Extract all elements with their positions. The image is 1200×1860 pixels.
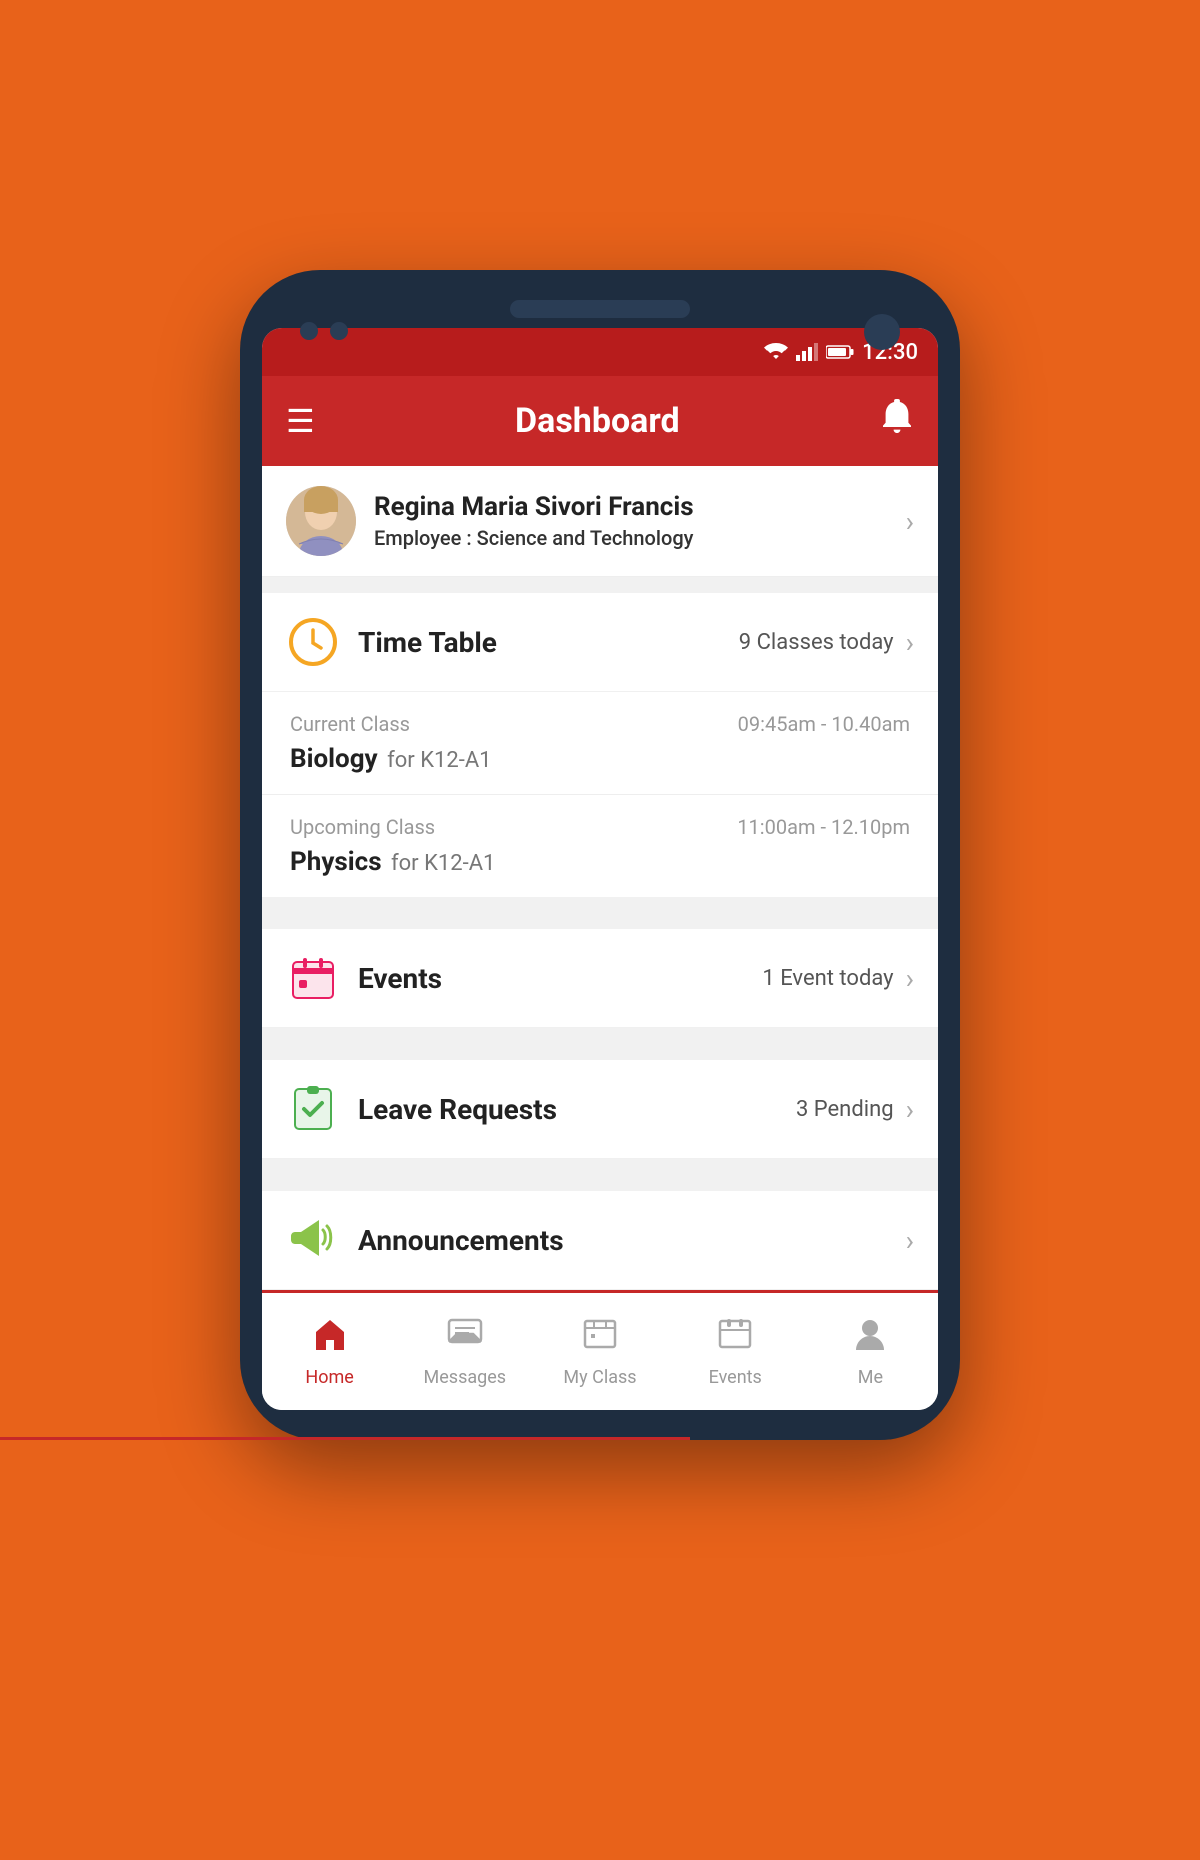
nav-myclass[interactable]: My Class (532, 1293, 667, 1410)
phone-screen: 12:30 ☰ Dashboard (262, 328, 938, 1410)
timetable-subtitle: 9 Classes today (739, 630, 894, 655)
content-area: Regina Maria Sivori Francis Employee : S… (262, 466, 938, 1410)
phone-dot-2 (330, 322, 348, 340)
wifi-icon (764, 343, 788, 361)
leave-requests-subtitle: 3 Pending (796, 1097, 894, 1122)
announcements-icon (286, 1213, 340, 1267)
nav-me-label: Me (858, 1367, 883, 1388)
nav-events-icon (717, 1316, 753, 1361)
nav-events-label: Events (709, 1367, 762, 1388)
nav-me[interactable]: Me (803, 1293, 938, 1410)
nav-messages-label: Messages (424, 1367, 507, 1388)
upcoming-class-row[interactable]: Upcoming Class 11:00am - 12.10pm Physics… (262, 795, 938, 897)
home-icon (312, 1316, 348, 1361)
nav-messages[interactable]: Messages (397, 1293, 532, 1410)
announcements-chevron-icon: › (906, 1224, 914, 1257)
announcements-header[interactable]: Announcements › (262, 1191, 938, 1290)
signal-icon (796, 343, 818, 361)
timetable-chevron-icon: › (906, 626, 914, 659)
phone-dot-1 (300, 322, 318, 340)
leave-requests-chevron-icon: › (906, 1093, 914, 1126)
current-class-label: Current Class (290, 712, 410, 736)
current-class-name: Biology for K12-A1 (290, 744, 910, 774)
current-class-row[interactable]: Current Class 09:45am - 10.40am Biology … (262, 692, 938, 795)
nav-home-label: Home (305, 1367, 353, 1388)
status-bar: 12:30 (262, 328, 938, 376)
current-class-for: for K12-A1 (382, 748, 492, 773)
phone-dots (300, 322, 348, 340)
upcoming-class-name: Physics for K12-A1 (290, 847, 910, 877)
section-gap-1 (262, 577, 938, 593)
events-card: Events 1 Event today › (262, 929, 938, 1028)
nav-myclass-label: My Class (563, 1367, 636, 1388)
profile-name: Regina Maria Sivori Francis (374, 492, 906, 522)
timetable-title: Time Table (358, 626, 739, 659)
section-gap-4 (262, 1159, 938, 1175)
bottom-nav: Home Messages (262, 1290, 938, 1410)
nav-events[interactable]: Events (668, 1293, 803, 1410)
section-gap-3 (262, 1028, 938, 1044)
avatar-image (286, 486, 356, 556)
events-chevron-icon: › (906, 962, 914, 995)
phone-shell: 12:30 ☰ Dashboard (240, 270, 960, 1440)
leave-requests-title: Leave Requests (358, 1093, 796, 1126)
profile-role: Employee : Science and Technology (374, 526, 906, 550)
phone-speaker (510, 300, 690, 318)
profile-row[interactable]: Regina Maria Sivori Francis Employee : S… (262, 466, 938, 577)
announcements-title: Announcements (358, 1224, 894, 1257)
menu-icon[interactable]: ☰ (286, 402, 315, 440)
events-header[interactable]: Events 1 Event today › (262, 929, 938, 1028)
myclass-icon (582, 1316, 618, 1361)
app-bar: ☰ Dashboard (262, 376, 938, 466)
role-value: Science and Technology (477, 526, 694, 550)
role-label: Employee : (374, 526, 477, 550)
phone-camera (864, 314, 900, 350)
clock-icon (286, 615, 340, 669)
app-bar-title: Dashboard (515, 401, 680, 441)
messages-icon (447, 1316, 483, 1361)
announcements-card: Announcements › (262, 1191, 938, 1290)
upcoming-class-label: Upcoming Class (290, 815, 435, 839)
leave-requests-icon (286, 1082, 340, 1136)
upcoming-class-time: 11:00am - 12.10pm (737, 815, 910, 839)
profile-chevron-icon: › (906, 505, 914, 538)
timetable-header[interactable]: Time Table 9 Classes today › (262, 593, 938, 692)
events-icon (286, 951, 340, 1005)
battery-icon (826, 344, 854, 360)
nav-home[interactable]: Home (262, 1293, 397, 1410)
leave-requests-card: Leave Requests 3 Pending › (262, 1060, 938, 1159)
notification-bell-icon[interactable] (880, 399, 914, 443)
current-class-time: 09:45am - 10.40am (738, 712, 910, 736)
avatar (286, 486, 356, 556)
section-gap-2 (262, 897, 938, 913)
upcoming-class-for: for K12-A1 (386, 851, 496, 876)
me-icon (852, 1316, 888, 1361)
events-subtitle: 1 Event today (762, 966, 893, 991)
current-class-top: Current Class 09:45am - 10.40am (290, 712, 910, 736)
profile-info: Regina Maria Sivori Francis Employee : S… (374, 492, 906, 550)
events-title: Events (358, 962, 762, 995)
upcoming-class-top: Upcoming Class 11:00am - 12.10pm (290, 815, 910, 839)
timetable-card: Time Table 9 Classes today › Current Cla… (262, 593, 938, 897)
leave-requests-header[interactable]: Leave Requests 3 Pending › (262, 1060, 938, 1159)
